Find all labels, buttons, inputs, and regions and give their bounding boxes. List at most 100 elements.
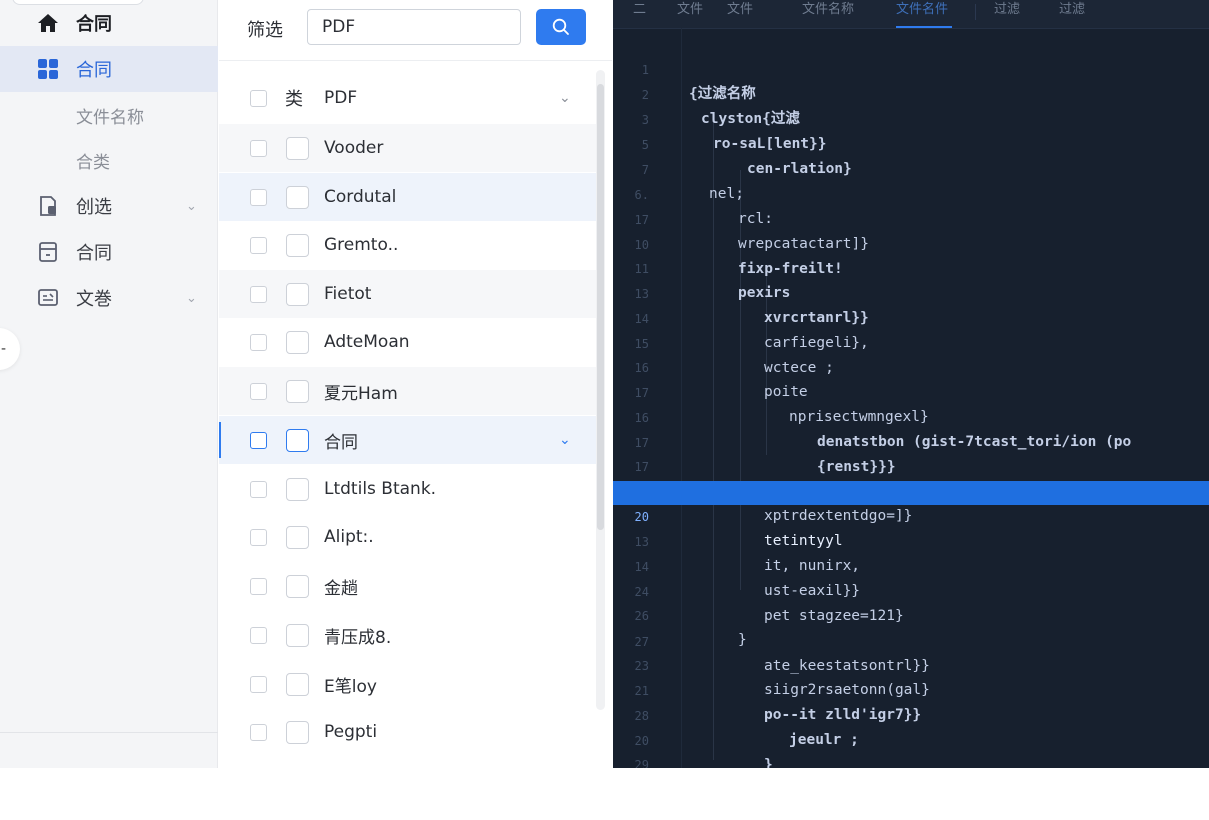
- row-select-box[interactable]: [286, 623, 309, 647]
- file-row[interactable]: Vooder: [219, 124, 599, 172]
- file-row[interactable]: Pegpti: [219, 708, 599, 756]
- code-line[interactable]: 2 clyston{过滤: [613, 59, 1209, 127]
- file-row[interactable]: 金趟: [219, 562, 599, 610]
- code-line[interactable]: 13 xvrcrtanrl}}: [613, 258, 1209, 326]
- file-row[interactable]: AdteMoan: [219, 318, 599, 366]
- row-select-box[interactable]: [286, 477, 309, 501]
- code-line[interactable]: 16 denatstbon (gist-7tcast_tori/ion (po: [613, 382, 1209, 450]
- sidebar-divider: [0, 732, 218, 733]
- sidebar-item-create[interactable]: 创选 ⌄: [0, 183, 218, 229]
- row-checkbox[interactable]: [250, 431, 267, 449]
- row-checkbox[interactable]: [250, 626, 267, 644]
- code-line[interactable]: 16 poite: [613, 332, 1209, 400]
- app-window: 合同 合同 文件名称 合类 创选 ⌄ 合同 文巻 ⌄ - 筛选 PDF 类 PD…: [0, 0, 1209, 768]
- row-select-box[interactable]: [286, 574, 309, 598]
- row-checkbox[interactable]: [250, 188, 267, 206]
- code-line[interactable]: 28 jeeulr ;: [613, 680, 1209, 748]
- chevron-down-icon[interactable]: ⌄: [186, 199, 197, 214]
- code-line-highlighted[interactable]: 20 tetintyyl: [613, 481, 1209, 549]
- chevron-down-icon[interactable]: ⌄: [559, 90, 571, 106]
- code-line[interactable]: 10 fixp-freilt!: [613, 209, 1209, 277]
- file-list-panel: 筛选 类 PDF ⌄ Vooder Cordutal: [219, 0, 612, 768]
- code-line[interactable]: 12 xptrdextentdgo=]}: [613, 456, 1209, 524]
- code-line[interactable]: 20 }: [613, 705, 1209, 768]
- row-checkbox[interactable]: [250, 236, 267, 254]
- code-line[interactable]: 27 ate_keestatsontrl}}: [613, 606, 1209, 674]
- file-row[interactable]: E笔loy: [219, 660, 599, 708]
- category-label: 类: [285, 89, 303, 110]
- editor-tab[interactable]: 二: [633, 0, 646, 20]
- code-line[interactable]: 29 }: [613, 729, 1209, 768]
- code-editor[interactable]: 二 文件 文件 文件名称 文件名件 过滤 过滤 1 {过滤名称 2 clysto…: [613, 0, 1209, 768]
- search-button[interactable]: [536, 9, 586, 45]
- sidebar-item-contract-doc[interactable]: 合同: [0, 229, 218, 275]
- row-checkbox[interactable]: [250, 577, 267, 595]
- code-line[interactable]: 14 carfiegeli},: [613, 283, 1209, 351]
- row-checkbox[interactable]: [250, 139, 267, 157]
- row-select-box[interactable]: [286, 136, 309, 160]
- chevron-down-icon[interactable]: ⌄: [186, 291, 197, 306]
- row-checkbox[interactable]: [250, 528, 267, 546]
- row-select-box[interactable]: [286, 672, 309, 696]
- code-line[interactable]: 17 }: [613, 431, 1209, 499]
- code-line[interactable]: 11 pexirs: [613, 233, 1209, 301]
- row-select-box[interactable]: [286, 525, 309, 549]
- file-row[interactable]: Cordutal: [219, 173, 599, 221]
- editor-tab[interactable]: 文件名称: [802, 0, 854, 20]
- code-line[interactable]: 21 }: [613, 754, 1209, 768]
- file-name: 合同: [324, 432, 358, 453]
- row-select-box[interactable]: [286, 379, 309, 403]
- code-line[interactable]: 3 ro-saL[lent}}: [613, 84, 1209, 152]
- editor-tab[interactable]: 文件: [727, 0, 753, 20]
- scrollbar-thumb[interactable]: [597, 84, 604, 530]
- row-checkbox[interactable]: [250, 675, 267, 693]
- file-row[interactable]: 夏元Ham: [219, 367, 599, 415]
- file-row[interactable]: Gremto..: [219, 221, 599, 269]
- filter-input[interactable]: [307, 9, 521, 45]
- sidebar-subitem-filename[interactable]: 文件名称: [0, 92, 218, 138]
- editor-tab[interactable]: 过滤: [1059, 0, 1085, 20]
- file-row[interactable]: Fietot: [219, 270, 599, 318]
- code-line[interactable]: 17 wrepcatactart]}: [613, 184, 1209, 252]
- code-line[interactable]: 21 po--it zlld'igr7}}: [613, 655, 1209, 723]
- code-line[interactable]: 14 ust-eaxil}}: [613, 531, 1209, 599]
- code-line[interactable]: 5 cen-rlation}: [613, 109, 1209, 177]
- sidebar-subitem-label: 合类: [76, 152, 110, 173]
- category-row[interactable]: 类 PDF ⌄: [219, 74, 599, 122]
- row-select-box[interactable]: [286, 330, 309, 354]
- row-checkbox[interactable]: [250, 382, 267, 400]
- sidebar-item-contracts[interactable]: 合同: [0, 46, 218, 92]
- row-checkbox[interactable]: [250, 723, 267, 741]
- code-line[interactable]: 13 it, nunirx,: [613, 506, 1209, 574]
- row-select-box[interactable]: [286, 233, 309, 257]
- sidebar-item-archive[interactable]: 文巻 ⌄: [0, 275, 218, 321]
- code-line[interactable]: 6. rcl:: [613, 159, 1209, 227]
- code-line[interactable]: 1 {过滤名称: [613, 34, 1209, 102]
- editor-tab[interactable]: 过滤: [994, 0, 1020, 20]
- code-line[interactable]: 24 pet stagzee=121}: [613, 556, 1209, 624]
- sidebar-item-label: 合同: [76, 14, 112, 35]
- code-line[interactable]: 7 nel;: [613, 134, 1209, 202]
- sidebar-item-home[interactable]: 合同: [0, 0, 218, 46]
- row-select-box[interactable]: [286, 185, 309, 209]
- row-checkbox[interactable]: [250, 480, 267, 498]
- editor-tab[interactable]: 文件: [677, 0, 703, 20]
- chevron-down-icon[interactable]: ⌄: [559, 432, 571, 448]
- code-line[interactable]: 26 }: [613, 580, 1209, 648]
- file-row[interactable]: 青压成8.: [219, 611, 599, 659]
- code-line[interactable]: 23 siigr2rsaetonn(gal}: [613, 630, 1209, 698]
- file-row[interactable]: Alipt:.: [219, 513, 599, 561]
- editor-tab-active[interactable]: 文件名件: [896, 0, 948, 20]
- file-row[interactable]: Ltdtils Btank.: [219, 465, 599, 513]
- row-select-box[interactable]: [286, 282, 309, 306]
- file-row-selected[interactable]: 合同 ⌄: [219, 416, 599, 464]
- row-checkbox[interactable]: [250, 285, 267, 303]
- code-line[interactable]: 15 wctece ;: [613, 308, 1209, 376]
- row-checkbox[interactable]: [250, 89, 267, 107]
- row-select-box[interactable]: [286, 428, 309, 452]
- sidebar-subitem-category[interactable]: 合类: [0, 137, 218, 183]
- row-checkbox[interactable]: [250, 333, 267, 351]
- row-select-box[interactable]: [286, 720, 309, 744]
- code-line[interactable]: 17 nprisectwmngexl}: [613, 357, 1209, 425]
- code-line[interactable]: 17 {renst}}}: [613, 407, 1209, 475]
